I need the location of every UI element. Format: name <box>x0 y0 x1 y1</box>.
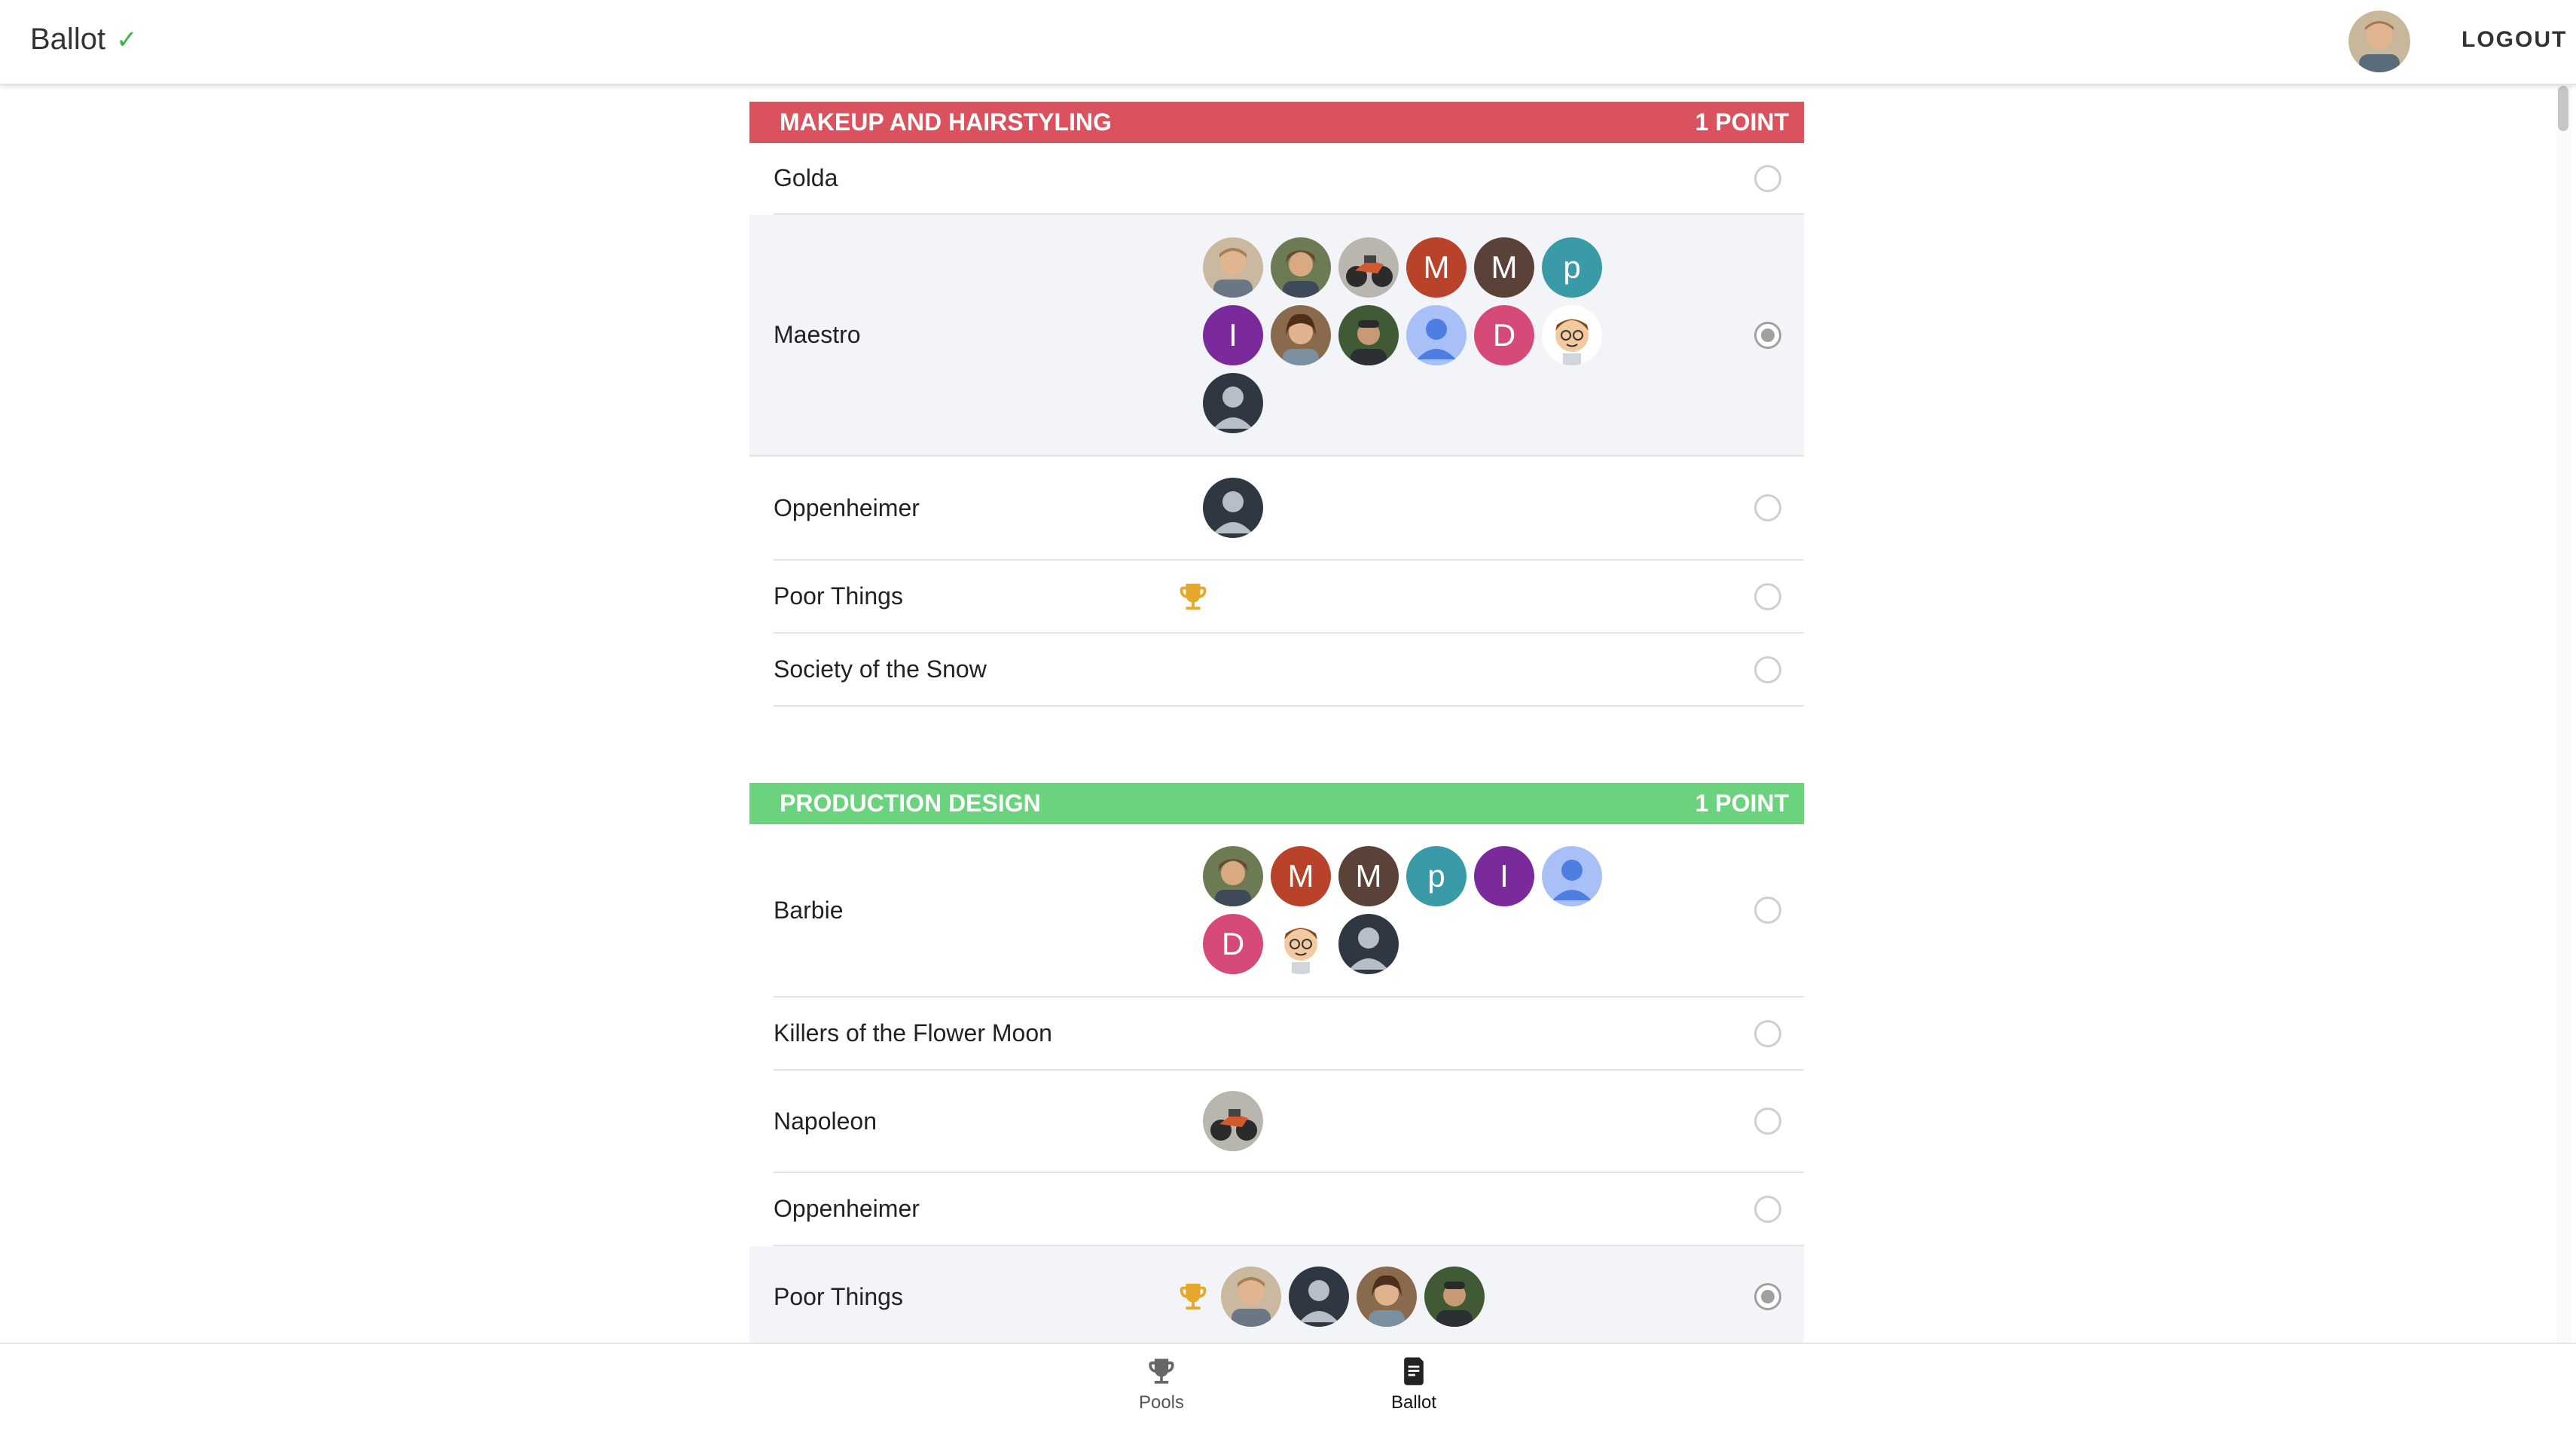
nominee-radio[interactable] <box>1754 582 1781 610</box>
nominee-radio[interactable] <box>1754 321 1781 349</box>
category-header: PRODUCTION DESIGN 1 POINT <box>749 783 1804 824</box>
avatar-letter: M <box>1287 858 1314 894</box>
avatar-letter: I <box>1500 858 1509 894</box>
voter-avatar <box>1271 304 1331 365</box>
nominee-row[interactable]: Maestro M Mp I D <box>749 215 1804 457</box>
nav-ballot-label: Ballot <box>1390 1392 1437 1413</box>
voter-avatar <box>1271 914 1331 974</box>
voter-avatar: D <box>1474 304 1534 365</box>
avatar-letter: p <box>1427 858 1445 894</box>
voter-avatar <box>1203 237 1263 298</box>
category-section: MAKEUP AND HAIRSTYLING 1 POINT Golda Maestr… <box>749 102 1804 707</box>
nominee-radio[interactable] <box>1754 1283 1781 1310</box>
voter-avatar <box>1203 478 1263 538</box>
nominee-title: Poor Things <box>774 1282 903 1310</box>
nominee-row[interactable]: Society of the Snow <box>774 634 1804 707</box>
nominee-row[interactable]: Poor Things <box>774 561 1804 634</box>
voter-avatar: M <box>1474 237 1534 298</box>
trophy-icon <box>1176 1279 1210 1314</box>
voter-avatar <box>1203 372 1263 433</box>
voter-avatar <box>1203 1091 1263 1151</box>
voter-avatar: M <box>1406 237 1467 298</box>
avatar-letter: I <box>1228 316 1238 353</box>
category-name: MAKEUP AND HAIRSTYLING <box>780 108 1112 136</box>
nominee-row[interactable]: Napoleon <box>774 1071 1804 1173</box>
voter-avatar <box>1424 1267 1485 1327</box>
nominee-title: Maestro <box>774 321 861 348</box>
voter-avatars-area <box>1203 1079 1625 1163</box>
category-name: PRODUCTION DESIGN <box>780 790 1041 817</box>
ballot-list: MAKEUP AND HAIRSTYLING 1 POINT Golda Maestr… <box>749 102 1804 1425</box>
document-icon <box>1404 1357 1424 1386</box>
nominee-row[interactable]: Golda <box>774 143 1804 215</box>
nominee-radio[interactable] <box>1754 897 1781 924</box>
category-header: MAKEUP AND HAIRSTYLING 1 POINT <box>749 102 1804 143</box>
nominee-row[interactable]: Killers of the Flower Moon <box>774 998 1804 1071</box>
nominee-radio[interactable] <box>1754 1195 1781 1223</box>
voter-avatar: M <box>1271 846 1331 906</box>
avatar-letter: D <box>1221 926 1245 961</box>
voter-avatar <box>1271 237 1331 298</box>
bottom-navigation: Pools Ballot <box>0 1343 2576 1430</box>
avatar-letter: D <box>1492 316 1516 353</box>
app-title[interactable]: Ballot ✓ <box>30 23 138 57</box>
nominee-title: Golda <box>774 164 838 191</box>
nav-pools[interactable]: Pools <box>1101 1355 1222 1413</box>
voter-avatar <box>1338 914 1399 974</box>
check-icon: ✓ <box>116 25 138 54</box>
nominee-title: Poor Things <box>774 582 903 610</box>
voter-avatar <box>1338 304 1399 365</box>
user-avatar[interactable] <box>2349 11 2410 72</box>
nominee-title: Society of the Snow <box>774 655 987 683</box>
nav-ballot[interactable]: Ballot <box>1354 1355 1474 1413</box>
nominee-row[interactable]: Oppenheimer <box>774 1173 1804 1246</box>
nominee-title: Barbie <box>774 896 844 924</box>
nominee-radio[interactable] <box>1754 164 1781 192</box>
trophy-icon <box>1149 1358 1174 1384</box>
voter-avatar <box>1357 1267 1417 1327</box>
nominee-title: Oppenheimer <box>774 493 920 521</box>
voter-avatar <box>1542 304 1602 365</box>
top-app-bar: Ballot ✓ LOGOUT <box>0 0 2576 85</box>
category-section: PRODUCTION DESIGN 1 POINT Barbie M Mp I D Kille… <box>749 783 1804 1349</box>
voter-avatars-area: M Mp I D <box>1203 834 1625 986</box>
nominee-radio[interactable] <box>1754 655 1781 683</box>
app-title-text: Ballot <box>30 23 106 56</box>
trophy-icon <box>1176 579 1210 614</box>
category-points: 1 POINT <box>1695 108 1789 136</box>
voter-avatar <box>1406 304 1467 365</box>
voter-avatar <box>1221 1267 1281 1327</box>
voter-avatar: I <box>1203 304 1263 365</box>
avatar-letter: M <box>1355 858 1382 894</box>
nominee-title: Killers of the Flower Moon <box>774 1019 1052 1047</box>
nominee-row[interactable]: Poor Things <box>749 1246 1804 1349</box>
voter-avatar: M <box>1338 846 1399 906</box>
avatar-letter: p <box>1563 249 1581 285</box>
voter-avatar: D <box>1203 914 1263 974</box>
voter-avatar <box>1289 1267 1349 1327</box>
voter-avatar <box>1338 237 1399 298</box>
nav-pools-label: Pools <box>1138 1392 1185 1413</box>
nominee-row[interactable]: Oppenheimer <box>774 457 1804 561</box>
nominee-radio[interactable] <box>1754 1019 1781 1047</box>
nominee-title: Napoleon <box>774 1107 877 1135</box>
nominee-radio[interactable] <box>1754 494 1781 521</box>
voter-avatars-area <box>1203 466 1625 550</box>
category-points: 1 POINT <box>1695 790 1789 817</box>
voter-avatars-area: M Mp I D <box>1203 225 1625 445</box>
voter-avatar: I <box>1474 846 1534 906</box>
avatar-letter: M <box>1423 249 1450 285</box>
voter-avatar <box>1203 846 1263 906</box>
voter-avatar: p <box>1542 237 1602 298</box>
scrollbar-thumb[interactable] <box>2558 86 2568 131</box>
logout-button[interactable]: LOGOUT <box>2462 27 2567 53</box>
scrollbar-track[interactable] <box>2556 84 2571 1343</box>
nominee-title: Oppenheimer <box>774 1195 920 1222</box>
voter-avatar <box>1542 846 1602 906</box>
nominee-row[interactable]: Barbie M Mp I D <box>774 824 1804 998</box>
voter-avatar: p <box>1406 846 1467 906</box>
voter-avatars-area <box>1180 1254 1625 1339</box>
avatar-letter: M <box>1491 249 1518 285</box>
nominee-radio[interactable] <box>1754 1108 1781 1135</box>
